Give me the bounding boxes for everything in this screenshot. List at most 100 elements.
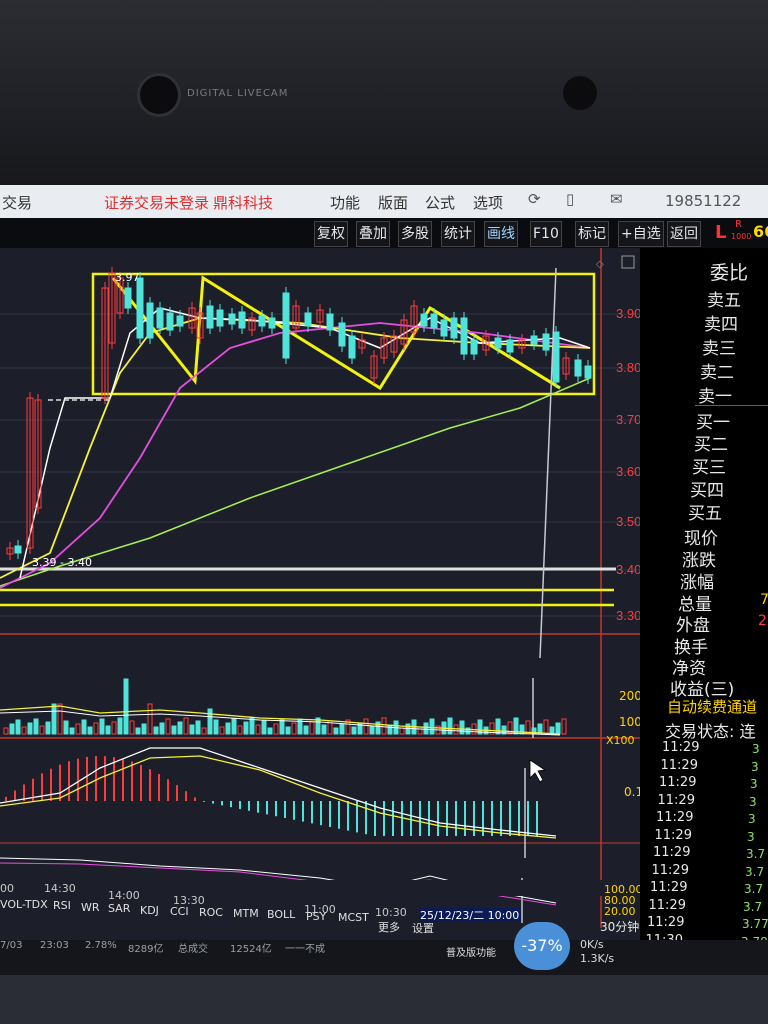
candle-body: [228, 313, 236, 325]
sell-5[interactable]: 卖五: [707, 286, 741, 311]
login-status[interactable]: 证券交易未登录: [104, 192, 209, 213]
buy-3[interactable]: 买三: [692, 453, 726, 478]
candle-body: [238, 311, 246, 329]
tab-boll[interactable]: BOLL: [267, 908, 296, 921]
app-title: 交易: [2, 194, 33, 212]
webcam-mic: [563, 76, 597, 110]
buy-4[interactable]: 买四: [690, 476, 724, 501]
candle-body: [584, 365, 592, 379]
buy-5[interactable]: 买五: [688, 499, 722, 524]
volume-bar: [339, 723, 345, 735]
tick-price: 3: [751, 759, 759, 774]
candle-body: [166, 312, 174, 331]
volume-bar: [213, 719, 219, 735]
tab-mcst[interactable]: MCST: [338, 911, 369, 924]
volume-bar: [555, 722, 561, 735]
draw-line-button[interactable]: 画线: [484, 221, 518, 247]
tab-more[interactable]: 更多: [378, 920, 400, 934]
tick-time: 11:29: [659, 775, 697, 790]
tab-mtm[interactable]: MTM: [233, 907, 259, 920]
volume-bar: [447, 717, 453, 735]
volume-bar: [153, 726, 159, 735]
download-speed: 1.3K/s: [580, 952, 615, 965]
menu-formula[interactable]: 公式: [425, 192, 455, 213]
volume-bar: [405, 723, 411, 735]
tab-wr[interactable]: WR: [81, 901, 100, 914]
volume-bar: [321, 724, 327, 735]
volume-bar: [105, 725, 111, 735]
volume-bar: [459, 720, 465, 735]
auto-fee-channel[interactable]: 自动续费通道: [667, 696, 757, 717]
restore-rights-button[interactable]: 复权: [314, 221, 348, 247]
volume-bar: [225, 722, 231, 735]
header-price: 66: [753, 222, 768, 241]
status-feature[interactable]: 普及版功能: [446, 944, 496, 959]
menu-layout[interactable]: 版面: [378, 192, 408, 213]
price-tick: 3.60: [616, 464, 641, 479]
tick-price: 3: [752, 742, 760, 756]
mail-icon[interactable]: ✉: [610, 190, 623, 208]
order-ratio-label: 委比: [710, 262, 749, 284]
refresh-icon[interactable]: ⟳: [528, 190, 541, 208]
volume-bar: [369, 725, 375, 735]
sell-1[interactable]: 卖一: [698, 382, 732, 407]
tick-time: 11:29: [648, 897, 686, 913]
volume-bar: [261, 720, 267, 735]
r-badge: R: [735, 219, 742, 230]
time-label: 14:30: [44, 882, 76, 895]
volume-bar: [45, 721, 51, 735]
tab-roc[interactable]: ROC: [199, 906, 223, 919]
r-badge-sub: 1000: [731, 232, 752, 241]
price-tick: 3.70: [616, 412, 641, 427]
tab-psy[interactable]: PSY: [306, 910, 327, 923]
volume-bar: [285, 726, 291, 735]
volume-bar: [117, 717, 123, 735]
time-label: 10:30: [375, 906, 407, 919]
net-monitor-badge[interactable]: -37%: [514, 922, 570, 970]
sell-4[interactable]: 卖四: [704, 310, 738, 335]
menu-function[interactable]: 功能: [330, 192, 360, 213]
candle-body: [420, 313, 428, 327]
tick-time: 11:29: [651, 862, 689, 878]
tab-kdj[interactable]: KDJ: [140, 904, 159, 917]
high-price-label: 3.97: [115, 271, 140, 284]
kline-chart[interactable]: ◇ 3.97 3.39 - 3.40 3.90 3.80 3.70 3.60 3…: [0, 248, 700, 948]
diamond-icon[interactable]: ◇: [596, 259, 604, 270]
tab-vol-tdx[interactable]: VOL-TDX: [0, 898, 48, 911]
tick-price: 3.7: [745, 864, 765, 879]
trade-state: 交易状态: 连: [665, 722, 756, 741]
overlay-button[interactable]: 叠加: [356, 221, 390, 247]
menu-options[interactable]: 选项: [473, 192, 503, 213]
volume-bar: [99, 718, 105, 735]
mark-button[interactable]: 标记: [575, 221, 609, 247]
period-label[interactable]: 30分钟: [600, 918, 639, 935]
add-watchlist-button[interactable]: +自选: [618, 221, 664, 247]
statistics-button[interactable]: 统计: [441, 221, 475, 247]
tab-cci[interactable]: CCI: [170, 905, 189, 918]
candle-body: [268, 317, 276, 329]
status-date: 7/03: [0, 940, 23, 951]
sell-3[interactable]: 卖三: [702, 334, 736, 359]
tab-settings[interactable]: 设置: [412, 922, 434, 935]
candle-body: [304, 312, 312, 327]
webcam-lens: [137, 73, 181, 117]
volume-bar: [63, 720, 69, 735]
sell-2[interactable]: 卖二: [700, 358, 734, 383]
status-other: 一一不成: [285, 944, 325, 955]
volume-bar: [243, 721, 249, 735]
multi-stock-button[interactable]: 多股: [398, 221, 432, 247]
candle-body: [14, 545, 22, 554]
volume-bar: [387, 724, 393, 735]
tab-rsi[interactable]: RSI: [53, 899, 71, 912]
status-amount: 8289亿: [128, 944, 164, 955]
back-button[interactable]: 返回: [667, 221, 701, 247]
f10-button[interactable]: F10: [530, 221, 562, 247]
candle-body: [430, 313, 438, 329]
buy-2[interactable]: 买二: [694, 430, 728, 455]
tick-time: 11:29: [657, 792, 695, 808]
candle-body: [176, 315, 184, 327]
tab-sar[interactable]: SAR: [108, 902, 131, 915]
phone-icon[interactable]: ▯: [566, 190, 574, 208]
candle-body: [258, 315, 266, 327]
candle-body: [326, 313, 334, 331]
